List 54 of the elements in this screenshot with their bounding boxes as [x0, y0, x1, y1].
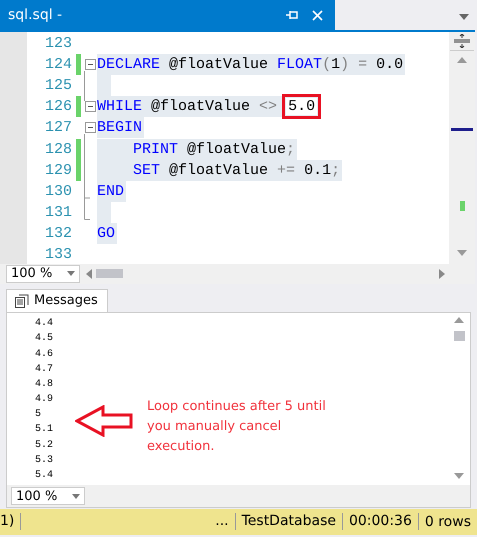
status-text: 1): [0, 513, 22, 530]
message-line: 4.8: [35, 378, 54, 392]
document-tab[interactable]: sql.sql -: [0, 0, 335, 30]
scroll-down-icon[interactable]: [457, 250, 467, 256]
close-icon[interactable]: [312, 10, 323, 20]
scrollbar-thumb[interactable]: [451, 128, 473, 131]
pin-icon[interactable]: [286, 10, 298, 20]
dropdown-arrow-icon: [72, 494, 80, 499]
dropdown-arrow-icon: [67, 271, 75, 276]
message-line: 5.2: [35, 438, 54, 453]
message-line: 5.1: [35, 423, 54, 438]
database-name: TestDatabase: [236, 513, 343, 530]
message-line: 5: [35, 408, 42, 422]
elapsed-time: 00:00:36: [342, 513, 419, 530]
scroll-left-icon[interactable]: [86, 268, 92, 279]
line-number: 130: [44, 182, 72, 200]
zoom-dropdown[interactable]: 100 %: [6, 264, 80, 283]
row-count: 0 rows: [424, 514, 472, 530]
message-line: 5.4: [35, 469, 54, 484]
scroll-right-icon[interactable]: [439, 268, 445, 279]
collapse-icon[interactable]: [84, 122, 96, 134]
line-number: 132: [44, 224, 72, 242]
line-number: 129: [44, 162, 72, 179]
message-line: 5.3: [35, 454, 54, 468]
line-number: 125: [44, 77, 72, 94]
change-marker: [460, 201, 464, 211]
scroll-up-icon[interactable]: [454, 317, 464, 324]
line-number: 127: [44, 119, 72, 136]
collapse-icon[interactable]: [84, 59, 96, 70]
message-line: 4.4: [35, 317, 54, 332]
scroll-up-icon[interactable]: [457, 57, 467, 63]
line-number: 124: [44, 56, 72, 74]
line-number: 123: [44, 35, 72, 52]
message-line: 4.6: [35, 348, 54, 362]
collapse-icon[interactable]: [84, 101, 96, 112]
dropdown-arrow-icon[interactable]: [459, 14, 469, 20]
annotation-text: Loop continues after 5 until you manually cancel execution.: [147, 398, 327, 456]
messages-icon: [15, 294, 29, 308]
line-number: 133: [44, 246, 72, 263]
fold-line: [83, 71, 86, 101]
split-icon[interactable]: [450, 32, 474, 51]
scroll-down-icon[interactable]: [454, 473, 464, 480]
line-number: 126: [44, 98, 72, 116]
arrow-icon: [75, 405, 133, 438]
message-line: 4.9: [35, 393, 54, 408]
line-number: 131: [44, 204, 72, 221]
scrollbar-thumb[interactable]: [454, 331, 464, 342]
message-line: 4.7: [35, 362, 54, 377]
messages-tab[interactable]: Messages: [6, 288, 108, 312]
scrollbar-thumb[interactable]: [96, 269, 123, 278]
line-number: 128: [44, 140, 72, 158]
message-line: 4.5: [35, 332, 54, 346]
status-text: ...: [209, 513, 236, 530]
zoom-dropdown[interactable]: 100 %: [11, 487, 85, 506]
